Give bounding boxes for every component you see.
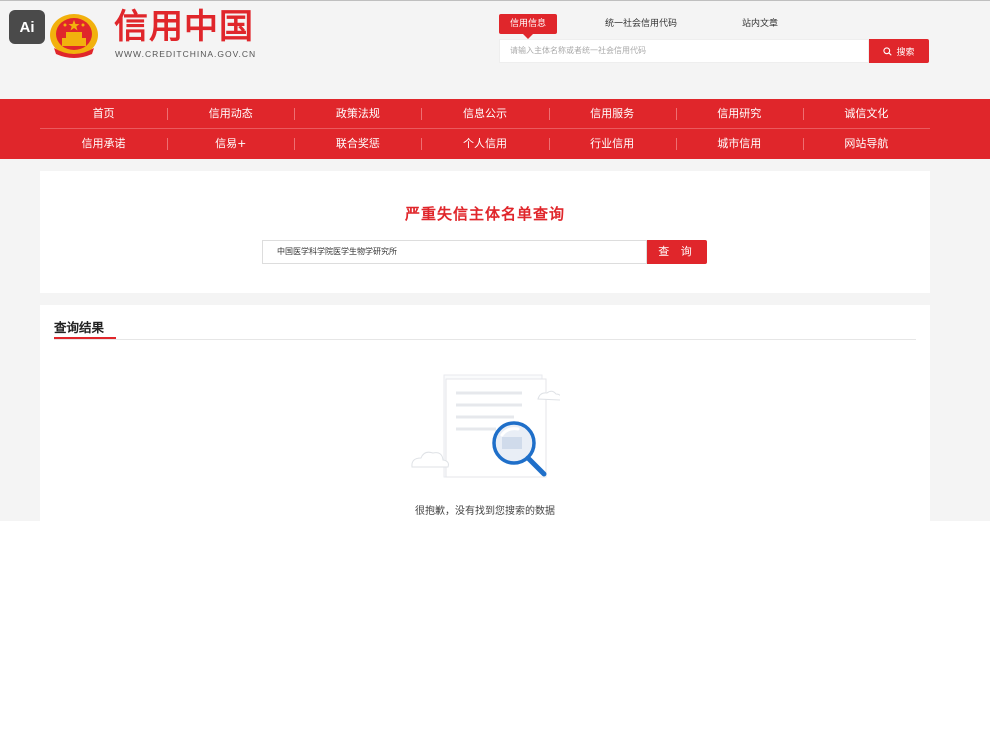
nav-item-city-credit[interactable]: 城市信用 <box>675 129 803 159</box>
empty-result-icon <box>411 374 560 478</box>
browser-viewport: Ai 信用中国 WWW.CREDITCHINA.GOV.CN 信用信息 统一社会… <box>0 0 990 521</box>
main-nav: 首页 信用动态 政策法规 信息公示 信用服务 信用研究 诚信文化 信用承诺 信易… <box>0 99 990 159</box>
result-title-underline <box>54 337 116 339</box>
national-emblem-icon <box>50 14 98 58</box>
top-search-button[interactable]: 搜索 <box>869 39 929 63</box>
query-title: 严重失信主体名单查询 <box>404 205 565 223</box>
top-search-input[interactable]: 请输入主体名称或者统一社会信用代码 <box>499 39 869 63</box>
search-tab-credit-info[interactable]: 信用信息 <box>499 14 558 39</box>
nav-item-credit-research[interactable]: 信用研究 <box>675 99 803 128</box>
nav-row-secondary: 信用承诺 信易+ 联合奖惩 个人信用 行业信用 城市信用 网站导航 <box>40 129 930 159</box>
nav-item-policies[interactable]: 政策法规 <box>294 99 421 128</box>
nav-item-joint-rewards[interactable]: 联合奖惩 <box>294 129 421 159</box>
top-search-button-label: 搜索 <box>896 47 915 58</box>
ai-assistant-icon[interactable]: Ai <box>9 10 45 44</box>
nav-item-xinyi-plus[interactable]: 信易+ <box>167 129 294 159</box>
site-name[interactable]: 信用中国 <box>114 7 254 47</box>
site-url: WWW.CREDITCHINA.GOV.CN <box>115 49 257 59</box>
result-divider <box>54 339 916 340</box>
result-card: 查询结果 很抱歉，没有找到您搜索的数据 <box>40 305 930 521</box>
nav-item-personal-credit[interactable]: 个人信用 <box>421 129 548 159</box>
nav-item-site-nav[interactable]: 网站导航 <box>802 129 930 159</box>
nav-item-credit-news[interactable]: 信用动态 <box>167 99 294 128</box>
nav-row-primary: 首页 信用动态 政策法规 信息公示 信用服务 信用研究 诚信文化 <box>40 99 930 129</box>
nav-item-home[interactable]: 首页 <box>40 99 167 128</box>
nav-item-credit-services[interactable]: 信用服务 <box>548 99 676 128</box>
nav-item-credit-commitment[interactable]: 信用承诺 <box>40 129 167 159</box>
search-tabs: 信用信息 统一社会信用代码 站内文章 <box>499 14 919 39</box>
nav-item-info-disclosure[interactable]: 信息公示 <box>421 99 548 128</box>
query-button[interactable]: 查 询 <box>647 240 707 264</box>
search-tab-site-articles[interactable]: 站内文章 <box>742 14 778 34</box>
empty-result-message: 很抱歉，没有找到您搜索的数据 <box>415 506 555 517</box>
result-title: 查询结果 <box>54 320 105 335</box>
query-input[interactable]: 中国医学科学院医学生物学研究所 <box>262 240 647 264</box>
nav-item-integrity-culture[interactable]: 诚信文化 <box>802 99 930 128</box>
search-tab-credit-code[interactable]: 统一社会信用代码 <box>605 14 677 34</box>
search-icon <box>883 46 893 56</box>
query-card: 严重失信主体名单查询 中国医学科学院医学生物学研究所 查 询 <box>40 171 930 293</box>
nav-item-industry-credit[interactable]: 行业信用 <box>548 129 676 159</box>
